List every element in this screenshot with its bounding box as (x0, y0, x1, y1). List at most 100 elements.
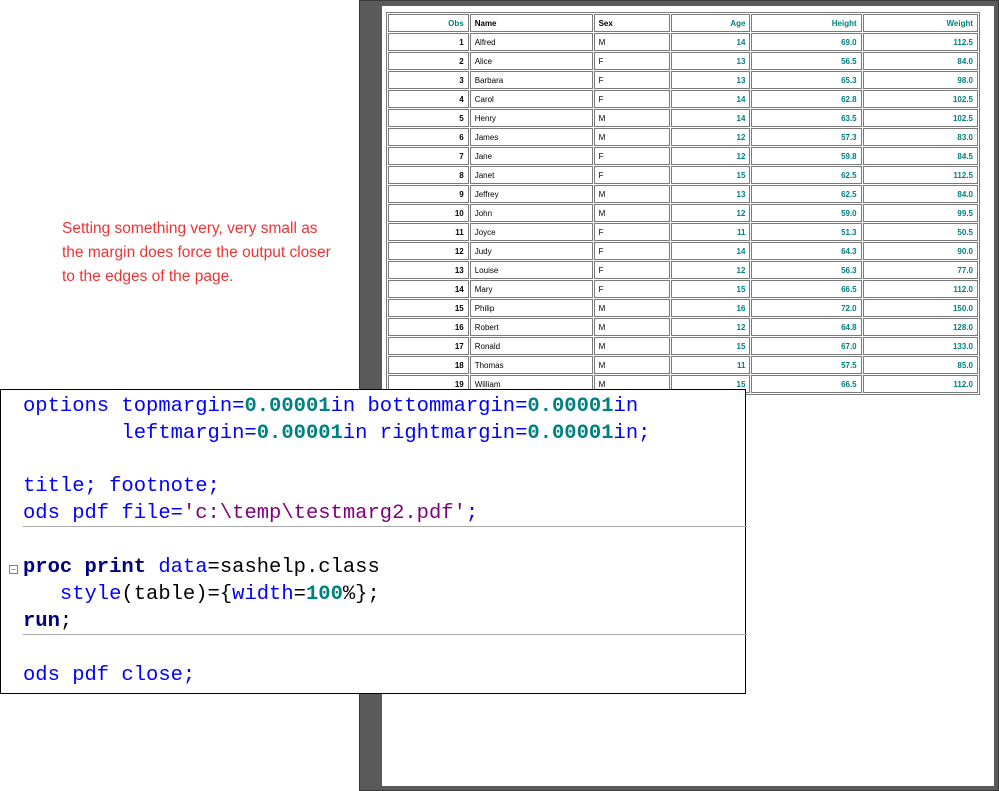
cell-obs: 14 (388, 280, 469, 298)
cell-obs: 1 (388, 33, 469, 51)
code-line-options: options topmargin=0.00001in bottommargin… (23, 395, 639, 418)
cell-name: Henry (469, 109, 593, 127)
cell-name: James (469, 128, 593, 146)
cell-obs: 7 (388, 147, 469, 165)
cell-weight: 112.0 (862, 375, 978, 393)
table-row: 8 Janet F 15 62.5 112.5 (388, 166, 978, 184)
cell-name: Carol (469, 90, 593, 108)
cell-height: 62.5 (751, 166, 862, 184)
cell-name: Joyce (469, 223, 593, 241)
table-row: 2 Alice F 13 56.5 84.0 (388, 52, 978, 70)
cell-weight: 128.0 (862, 318, 978, 336)
cell-age: 14 (671, 90, 751, 108)
cell-name: Thomas (469, 356, 593, 374)
table-row: 18 Thomas M 11 57.5 85.0 (388, 356, 978, 374)
cell-age: 12 (671, 147, 751, 165)
cell-height: 56.5 (751, 52, 862, 70)
cell-age: 13 (671, 71, 751, 89)
annotation-text: Setting something very, very small as th… (62, 220, 331, 285)
cell-age: 15 (671, 166, 751, 184)
code-line-ods-close: ods pdf close; (23, 664, 196, 687)
cell-obs: 16 (388, 318, 469, 336)
cell-weight: 50.5 (862, 223, 978, 241)
cell-height: 62.5 (751, 185, 862, 203)
cell-name: Jeffrey (469, 185, 593, 203)
table-row: 15 Philip M 16 72.0 150.0 (388, 299, 978, 317)
cell-height: 56.3 (751, 261, 862, 279)
cell-weight: 102.5 (862, 109, 978, 127)
cell-obs: 10 (388, 204, 469, 222)
cell-sex: F (593, 166, 671, 184)
cell-height: 72.0 (751, 299, 862, 317)
cell-age: 13 (671, 52, 751, 70)
cell-age: 11 (671, 356, 751, 374)
code-line-proc-print: proc print data=sashelp.class (23, 556, 380, 579)
table-row: 17 Ronald M 15 67.0 133.0 (388, 337, 978, 355)
table-row: 3 Barbara F 13 65.3 98.0 (388, 71, 978, 89)
col-header-height: Height (751, 14, 862, 32)
cell-age: 14 (671, 109, 751, 127)
cell-name: Robert (469, 318, 593, 336)
cell-weight: 99.5 (862, 204, 978, 222)
cell-sex: F (593, 280, 671, 298)
cell-height: 62.8 (751, 90, 862, 108)
cell-age: 15 (671, 337, 751, 355)
cell-weight: 98.0 (862, 71, 978, 89)
table-row: 12 Judy F 14 64.3 90.0 (388, 242, 978, 260)
cell-weight: 133.0 (862, 337, 978, 355)
cell-sex: M (593, 109, 671, 127)
cell-name: John (469, 204, 593, 222)
cell-weight: 84.0 (862, 52, 978, 70)
cell-weight: 83.0 (862, 128, 978, 146)
code-line-title: title; footnote; (23, 475, 220, 498)
cell-height: 63.5 (751, 109, 862, 127)
col-header-obs: Obs (388, 14, 469, 32)
cell-weight: 84.0 (862, 185, 978, 203)
cell-age: 15 (671, 280, 751, 298)
code-editor[interactable]: options topmargin=0.00001in bottommargin… (0, 389, 747, 694)
cell-name: Louise (469, 261, 593, 279)
cell-obs: 18 (388, 356, 469, 374)
cell-age: 11 (671, 223, 751, 241)
cell-weight: 150.0 (862, 299, 978, 317)
cell-weight: 85.0 (862, 356, 978, 374)
cell-weight: 112.0 (862, 280, 978, 298)
col-header-weight: Weight (862, 14, 978, 32)
cell-name: Jane (469, 147, 593, 165)
cell-sex: F (593, 242, 671, 260)
table-row: 11 Joyce F 11 51.3 50.5 (388, 223, 978, 241)
cell-weight: 112.5 (862, 33, 978, 51)
cell-sex: M (593, 185, 671, 203)
cell-age: 12 (671, 318, 751, 336)
cell-weight: 102.5 (862, 90, 978, 108)
cell-height: 64.8 (751, 318, 862, 336)
cell-height: 67.0 (751, 337, 862, 355)
cell-obs: 11 (388, 223, 469, 241)
cell-weight: 90.0 (862, 242, 978, 260)
code-line-options-cont: leftmargin=0.00001in rightmargin=0.00001… (23, 422, 651, 445)
cell-height: 57.5 (751, 356, 862, 374)
cell-name: Ronald (469, 337, 593, 355)
cell-height: 64.3 (751, 242, 862, 260)
cell-weight: 77.0 (862, 261, 978, 279)
cell-age: 12 (671, 261, 751, 279)
cell-age: 12 (671, 128, 751, 146)
table-header-row: Obs Name Sex Age Height Weight (388, 14, 978, 32)
code-section-divider (23, 526, 747, 527)
table-row: 7 Jane F 12 59.8 84.5 (388, 147, 978, 165)
cell-name: Janet (469, 166, 593, 184)
table-row: 13 Louise F 12 56.3 77.0 (388, 261, 978, 279)
cell-height: 66.5 (751, 280, 862, 298)
minus-box-icon[interactable]: − (9, 565, 18, 574)
cell-name: Philip (469, 299, 593, 317)
cell-obs: 3 (388, 71, 469, 89)
cell-age: 14 (671, 33, 751, 51)
cell-sex: M (593, 299, 671, 317)
cell-obs: 5 (388, 109, 469, 127)
cell-age: 12 (671, 204, 751, 222)
cell-height: 66.5 (751, 375, 862, 393)
cell-height: 69.0 (751, 33, 862, 51)
class-table: Obs Name Sex Age Height Weight 1 Alfred M 1… (386, 12, 980, 395)
cell-sex: M (593, 337, 671, 355)
code-line-run: run; (23, 610, 73, 633)
